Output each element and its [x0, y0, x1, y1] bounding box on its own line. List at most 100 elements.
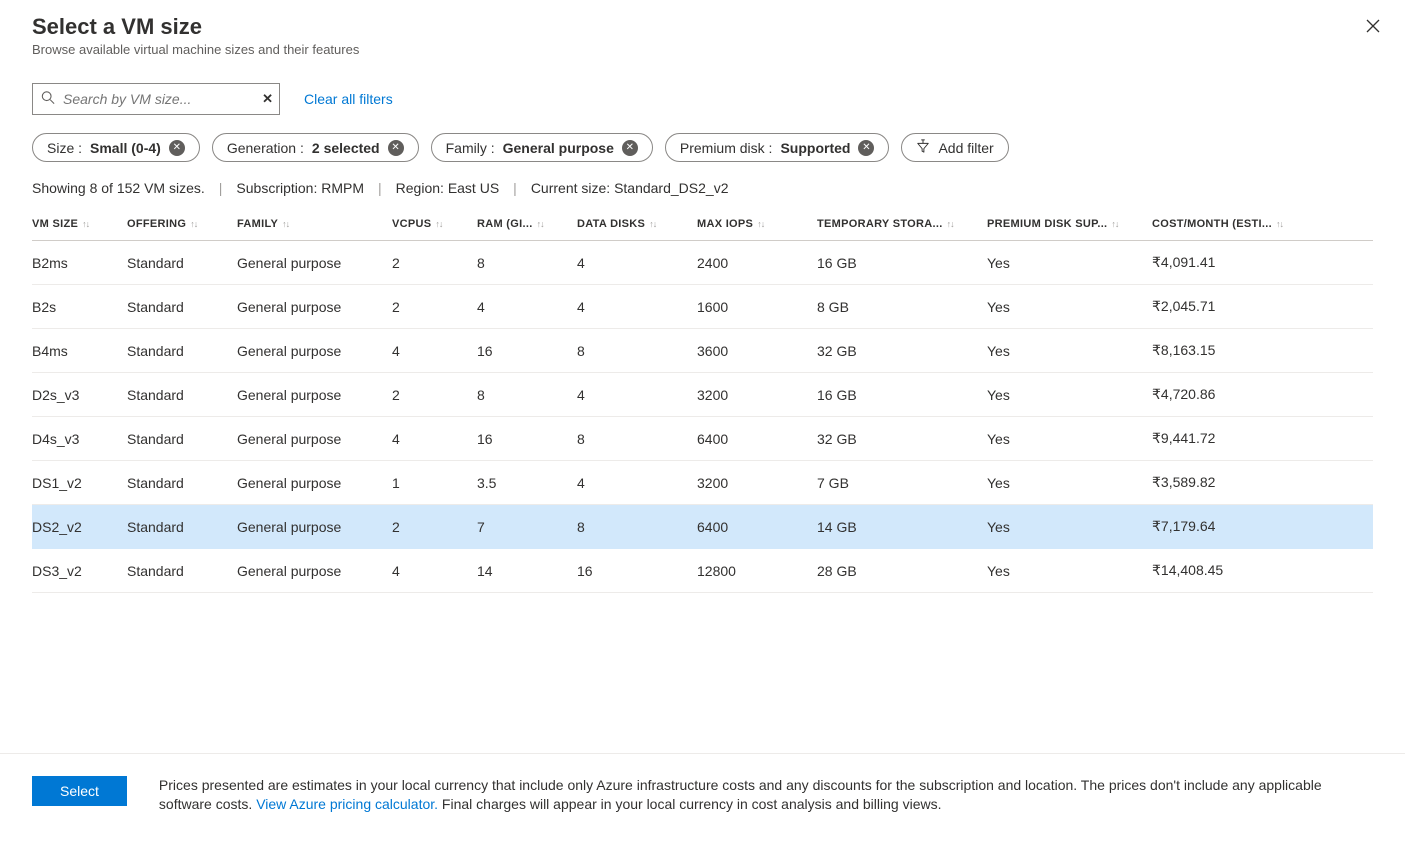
cell-ram: 4 [477, 285, 577, 329]
cell-temp: 16 GB [817, 241, 987, 285]
cell-iops: 12800 [697, 549, 817, 593]
cell-vmsize: DS3_v2 [32, 549, 127, 593]
cell-ram: 16 [477, 417, 577, 461]
cell-offering: Standard [127, 505, 237, 549]
cell-disks: 4 [577, 285, 697, 329]
cell-disks: 4 [577, 241, 697, 285]
table-row[interactable]: D4s_v3StandardGeneral purpose4168640032 … [32, 417, 1373, 461]
close-button[interactable] [1361, 14, 1385, 38]
cell-family: General purpose [237, 417, 392, 461]
column-header[interactable]: COST/MONTH (ESTI... ↑↓ [1152, 208, 1373, 241]
subscription-info: Subscription: RMPM [236, 180, 364, 196]
cell-ram: 8 [477, 373, 577, 417]
cell-offering: Standard [127, 549, 237, 593]
cell-vmsize: DS1_v2 [32, 461, 127, 505]
add-filter-label: Add filter [938, 140, 993, 156]
filter-label: Size : [47, 140, 82, 156]
table-row[interactable]: DS3_v2StandardGeneral purpose41416128002… [32, 549, 1373, 593]
info-row: Showing 8 of 152 VM sizes. | Subscriptio… [0, 162, 1405, 208]
cell-ram: 14 [477, 549, 577, 593]
cell-prem: Yes [987, 373, 1152, 417]
filter-remove-icon[interactable]: ✕ [388, 140, 404, 156]
filter-remove-icon[interactable]: ✕ [169, 140, 185, 156]
cell-vcpus: 2 [392, 505, 477, 549]
pricing-calculator-link[interactable]: View Azure pricing calculator. [256, 796, 438, 812]
select-button[interactable]: Select [32, 776, 127, 806]
column-header[interactable]: VCPUS↑↓ [392, 208, 477, 241]
column-header[interactable]: MAX IOPS↑↓ [697, 208, 817, 241]
vm-size-table: VM SIZE↑↓OFFERING↑↓FAMILY↑↓VCPUS↑↓RAM (G… [32, 208, 1373, 593]
cell-temp: 32 GB [817, 329, 987, 373]
cell-temp: 7 GB [817, 461, 987, 505]
sort-icon: ↑↓ [537, 219, 544, 229]
cell-cost: ₹2,045.71 [1152, 285, 1373, 329]
sort-icon: ↑↓ [947, 219, 954, 229]
cell-temp: 32 GB [817, 417, 987, 461]
cell-vcpus: 1 [392, 461, 477, 505]
vm-table-wrap[interactable]: VM SIZE↑↓OFFERING↑↓FAMILY↑↓VCPUS↑↓RAM (G… [0, 208, 1405, 753]
sort-icon: ↑↓ [1276, 219, 1283, 229]
cell-vcpus: 2 [392, 241, 477, 285]
cell-prem: Yes [987, 329, 1152, 373]
column-header[interactable]: DATA DISKS↑↓ [577, 208, 697, 241]
sort-icon: ↑↓ [190, 219, 197, 229]
filter-label: Family : [446, 140, 495, 156]
column-label: OFFERING [127, 218, 186, 230]
column-header[interactable]: TEMPORARY STORA...↑↓ [817, 208, 987, 241]
cell-family: General purpose [237, 241, 392, 285]
filter-row: Size : Small (0-4)✕Generation : 2 select… [0, 115, 1405, 162]
table-header: VM SIZE↑↓OFFERING↑↓FAMILY↑↓VCPUS↑↓RAM (G… [32, 208, 1373, 241]
toolbar: ✕ Clear all filters [0, 67, 1405, 115]
column-label: DATA DISKS [577, 218, 645, 230]
filter-pill[interactable]: Family : General purpose ✕ [431, 133, 653, 162]
cell-cost: ₹3,589.82 [1152, 461, 1373, 505]
cell-family: General purpose [237, 285, 392, 329]
cell-disks: 4 [577, 373, 697, 417]
filter-value: General purpose [503, 140, 614, 156]
column-header[interactable]: PREMIUM DISK SUP...↑↓ [987, 208, 1152, 241]
table-body: B2msStandardGeneral purpose284240016 GBY… [32, 241, 1373, 593]
sort-icon: ↑↓ [435, 219, 442, 229]
column-label: COST/MONTH (ESTI... [1152, 218, 1272, 230]
filter-value: 2 selected [312, 140, 380, 156]
filter-pill[interactable]: Size : Small (0-4) ✕ [32, 133, 200, 162]
cell-prem: Yes [987, 505, 1152, 549]
column-header[interactable]: OFFERING ↑↓ [127, 208, 237, 241]
cell-disks: 8 [577, 417, 697, 461]
cell-vmsize: B2ms [32, 241, 127, 285]
column-header[interactable]: RAM (GI...↑↓ [477, 208, 577, 241]
cell-vcpus: 4 [392, 549, 477, 593]
filter-label: Generation : [227, 140, 304, 156]
column-header[interactable]: VM SIZE↑↓ [32, 208, 127, 241]
table-row[interactable]: DS2_v2StandardGeneral purpose278640014 G… [32, 505, 1373, 549]
sort-icon: ↑↓ [82, 219, 89, 229]
search-input[interactable] [33, 84, 279, 114]
table-row[interactable]: B2sStandardGeneral purpose24416008 GBYes… [32, 285, 1373, 329]
panel-header: Select a VM size Browse available virtua… [0, 0, 1405, 67]
filter-value: Small (0-4) [90, 140, 161, 156]
search-clear-button[interactable]: ✕ [262, 91, 273, 107]
cell-disks: 8 [577, 329, 697, 373]
filter-remove-icon[interactable]: ✕ [858, 140, 874, 156]
filter-remove-icon[interactable]: ✕ [622, 140, 638, 156]
cell-ram: 7 [477, 505, 577, 549]
filter-label: Premium disk : [680, 140, 773, 156]
filter-pill[interactable]: Premium disk : Supported✕ [665, 133, 890, 162]
cell-cost: ₹14,408.45 [1152, 549, 1373, 593]
column-label: PREMIUM DISK SUP... [987, 218, 1107, 230]
search-box[interactable]: ✕ [32, 83, 280, 115]
filter-pill[interactable]: Generation : 2 selected ✕ [212, 133, 419, 162]
cell-disks: 4 [577, 461, 697, 505]
table-row[interactable]: DS1_v2StandardGeneral purpose13.5432007 … [32, 461, 1373, 505]
clear-all-filters-link[interactable]: Clear all filters [304, 91, 393, 107]
cell-prem: Yes [987, 241, 1152, 285]
cell-offering: Standard [127, 285, 237, 329]
table-row[interactable]: D2s_v3StandardGeneral purpose284320016 G… [32, 373, 1373, 417]
column-label: FAMILY [237, 218, 278, 230]
cell-family: General purpose [237, 329, 392, 373]
column-header[interactable]: FAMILY↑↓ [237, 208, 392, 241]
table-row[interactable]: B4msStandardGeneral purpose4168360032 GB… [32, 329, 1373, 373]
add-filter-button[interactable]: Add filter [901, 133, 1008, 162]
add-filter-icon [916, 139, 930, 156]
table-row[interactable]: B2msStandardGeneral purpose284240016 GBY… [32, 241, 1373, 285]
